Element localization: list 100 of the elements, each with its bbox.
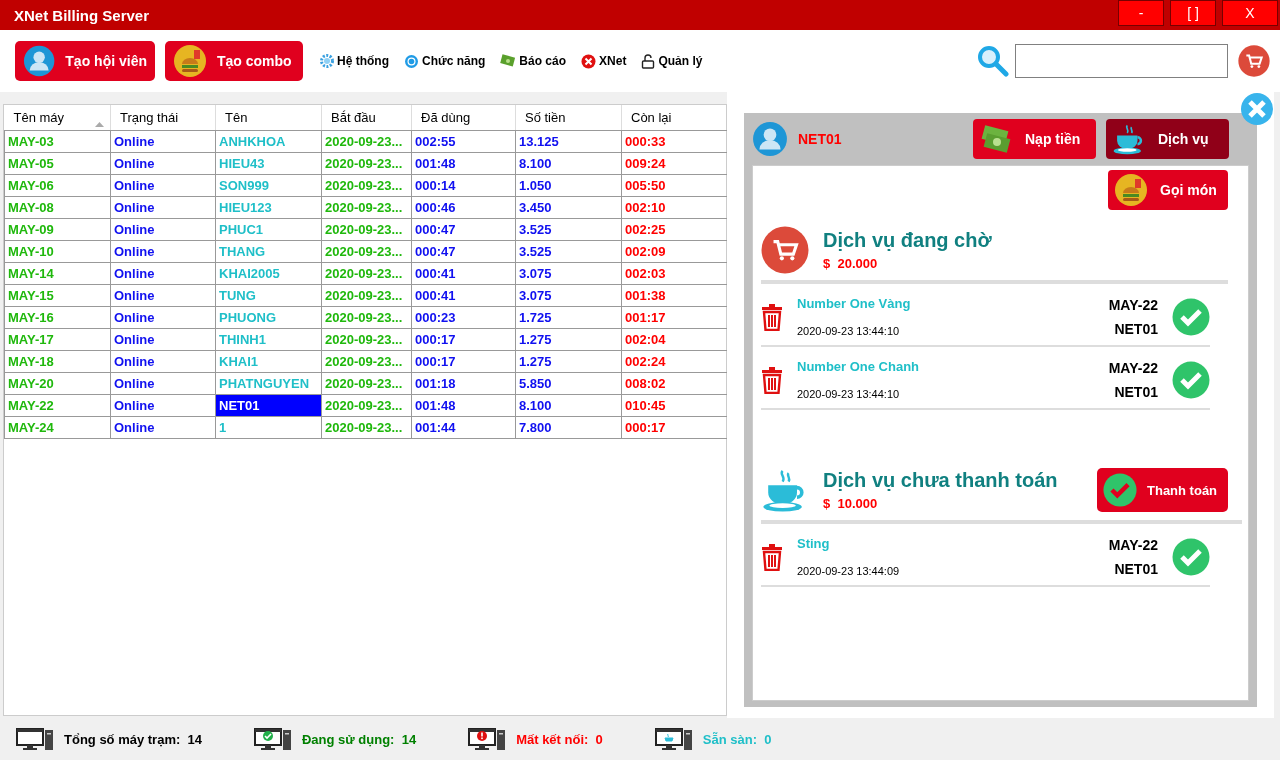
table-cell: 8.100 [515, 152, 622, 175]
cart-icon[interactable] [761, 226, 809, 274]
table-cell: 2020-09-23... [321, 328, 412, 351]
tab[interactable]: Dịch vụ [1106, 119, 1229, 159]
table-cell: 13.125 [515, 130, 622, 153]
table-cell: 000:17 [411, 328, 516, 351]
menu-item[interactable]: Báo cáo [500, 54, 567, 68]
table-cell: 2020-09-23... [321, 174, 412, 197]
table-cell: THANG [215, 240, 322, 263]
table-cell: 000:17 [411, 350, 516, 373]
column-header[interactable]: Bắt đầu [321, 105, 412, 131]
table-cell: 000:47 [411, 218, 516, 241]
table-cell: 000:46 [411, 196, 516, 219]
table-cell: 001:48 [411, 152, 516, 175]
computer-icon [254, 727, 292, 751]
table-cell: 2020-09-23... [321, 372, 412, 395]
table-cell: 3.525 [515, 240, 622, 263]
table-cell: 001:48 [411, 394, 516, 417]
table-cell: 2020-09-23... [321, 218, 412, 241]
check-icon[interactable] [1172, 360, 1210, 399]
table-cell: 3.075 [515, 284, 622, 307]
money-icon [500, 54, 517, 68]
table-cell: MAY-08 [4, 196, 111, 219]
table-cell: 000:41 [411, 284, 516, 307]
computer-icon [654, 727, 693, 751]
cart-icon[interactable] [1238, 45, 1270, 77]
column-header[interactable]: Đã dùng [411, 105, 516, 131]
burger-icon [173, 44, 207, 78]
column-header[interactable]: Tên [215, 105, 322, 131]
table-cell: MAY-09 [4, 218, 111, 241]
table-cell: MAY-06 [4, 174, 111, 197]
status-count: Mất kết nối: 0 [516, 731, 603, 747]
table-cell: 2020-09-23... [321, 130, 412, 153]
column-header[interactable]: Tên máy [4, 105, 111, 131]
user-avatar-icon [752, 121, 788, 157]
trash-icon[interactable] [761, 302, 783, 331]
check-icon[interactable] [1172, 297, 1210, 336]
table-cell: KHAI2005 [215, 262, 322, 285]
table-cell: Online [110, 152, 216, 175]
table-cell: Online [110, 328, 216, 351]
table-cell: 2020-09-23... [321, 152, 412, 175]
create-member-button[interactable]: Tạo hội viên [15, 41, 155, 81]
close-button[interactable]: X [1222, 0, 1278, 26]
table-cell: PHUC1 [215, 218, 322, 241]
order-time: 2020-09-23 13:44:10 [797, 325, 901, 337]
table-cell: Online [110, 394, 216, 417]
table-cell: 2020-09-23... [321, 350, 412, 373]
service-name: Number One Vàng [797, 296, 912, 311]
table-cell: 7.800 [515, 416, 622, 439]
table-cell: MAY-16 [4, 306, 111, 329]
section-total: $ 10.000 [823, 496, 879, 511]
table-cell: 1.050 [515, 174, 622, 197]
table-cell: Online [110, 218, 216, 241]
table-cell: MAY-22 [4, 394, 111, 417]
table-cell: 1.275 [515, 328, 622, 351]
maximize-button[interactable]: [ ] [1170, 0, 1216, 26]
column-header[interactable]: Số tiền [515, 105, 622, 131]
trash-icon[interactable] [761, 542, 783, 571]
search-field[interactable] [1015, 44, 1228, 78]
menu-item[interactable]: Quản lý [641, 53, 703, 69]
table-cell: TUNG [215, 284, 322, 307]
table-cell: MAY-18 [4, 350, 111, 373]
pay-button[interactable]: Thanh toán [1097, 468, 1228, 512]
table-cell: 2020-09-23... [321, 262, 412, 285]
status-count: Đang sử dụng: 14 [302, 731, 417, 747]
order-button[interactable]: Gọi món [1108, 170, 1228, 210]
table-cell: Online [110, 350, 216, 373]
window-title: XNet Billing Server [13, 6, 151, 24]
minimize-button[interactable]: - [1118, 0, 1164, 26]
table-cell: 1.275 [515, 350, 622, 373]
tab[interactable]: Nạp tiền [973, 119, 1096, 159]
menu-item[interactable]: Hệ thống [320, 54, 389, 68]
column-header[interactable]: Trạng thái [110, 105, 216, 131]
table-cell: 000:47 [411, 240, 516, 263]
table-cell: KHAI1 [215, 350, 322, 373]
table-cell: SON999 [215, 174, 322, 197]
computer-icon [16, 727, 54, 751]
table-cell: MAY-15 [4, 284, 111, 307]
check-icon[interactable] [1172, 537, 1210, 576]
section-total: $ 20.000 [823, 256, 879, 271]
table-cell: Online [110, 262, 216, 285]
section-title: Dịch vụ chưa thanh toán [823, 469, 1059, 492]
trash-icon[interactable] [761, 365, 783, 394]
table-cell: Online [110, 174, 216, 197]
x-logo-icon [581, 53, 597, 69]
table-cell: ANHKHOA [215, 130, 322, 153]
table-cell: 2020-09-23... [321, 394, 412, 417]
table-cell: MAY-17 [4, 328, 111, 351]
table-cell: MAY-24 [4, 416, 111, 439]
table-cell: Online [110, 416, 216, 439]
table-cell: HIEU43 [215, 152, 322, 175]
check-icon [1103, 473, 1137, 507]
close-icon[interactable] [1240, 92, 1274, 126]
create-combo-button[interactable]: Tạo combo [165, 41, 303, 81]
table-cell: 2020-09-23... [321, 306, 412, 329]
user-name: NET01 [798, 131, 843, 147]
table-cell: Online [110, 196, 216, 219]
menu-item[interactable]: XNet [581, 53, 627, 69]
search-icon[interactable] [977, 45, 1009, 77]
menu-item[interactable]: Chức năng [404, 53, 486, 69]
